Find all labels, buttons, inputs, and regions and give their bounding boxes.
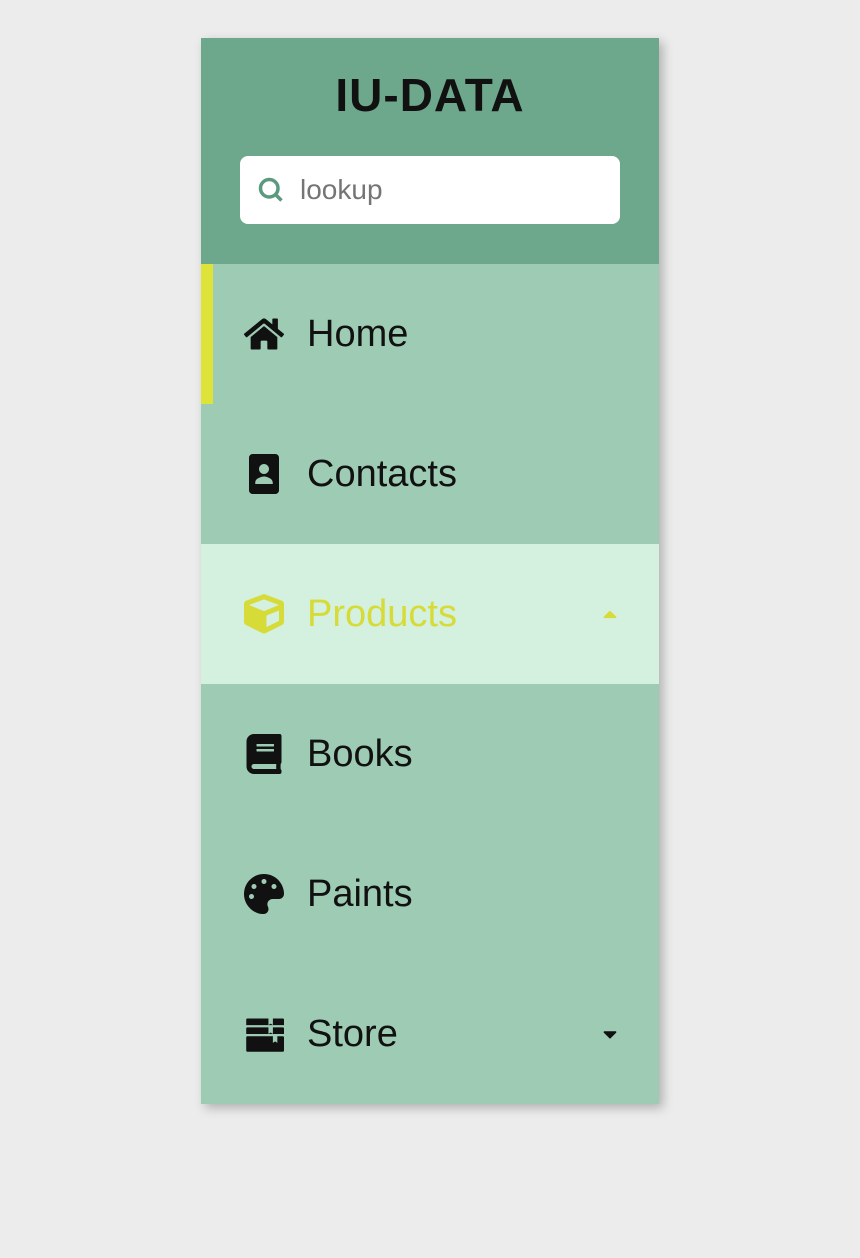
caret-up-icon: [597, 601, 623, 627]
nav-label: Home: [307, 313, 623, 356]
book-icon: [243, 733, 285, 775]
nav-item-paints[interactable]: Paints: [201, 824, 659, 964]
nav-item-contacts[interactable]: Contacts: [201, 404, 659, 544]
search-wrap[interactable]: [240, 156, 620, 224]
caret-down-icon: [597, 1021, 623, 1047]
logo: IU-DATA: [335, 68, 524, 122]
products-icon: [243, 593, 285, 635]
nav-label: Books: [307, 733, 623, 776]
contacts-icon: [243, 453, 285, 495]
nav-label: Paints: [307, 873, 623, 916]
palette-icon: [243, 873, 285, 915]
sidebar: IU-DATA Home Contacts Products: [201, 38, 659, 1104]
nav-label: Store: [307, 1013, 597, 1056]
sidebar-header: IU-DATA: [201, 38, 659, 264]
nav-label: Contacts: [307, 453, 623, 496]
store-icon: [243, 1013, 285, 1055]
search-icon: [256, 175, 286, 205]
home-icon: [243, 313, 285, 355]
nav: Home Contacts Products Books: [201, 264, 659, 1104]
nav-item-home[interactable]: Home: [201, 264, 659, 404]
search-input[interactable]: [300, 174, 604, 206]
nav-item-products[interactable]: Products: [201, 544, 659, 684]
nav-label: Products: [307, 593, 597, 636]
nav-item-store[interactable]: Store: [201, 964, 659, 1104]
nav-item-books[interactable]: Books: [201, 684, 659, 824]
